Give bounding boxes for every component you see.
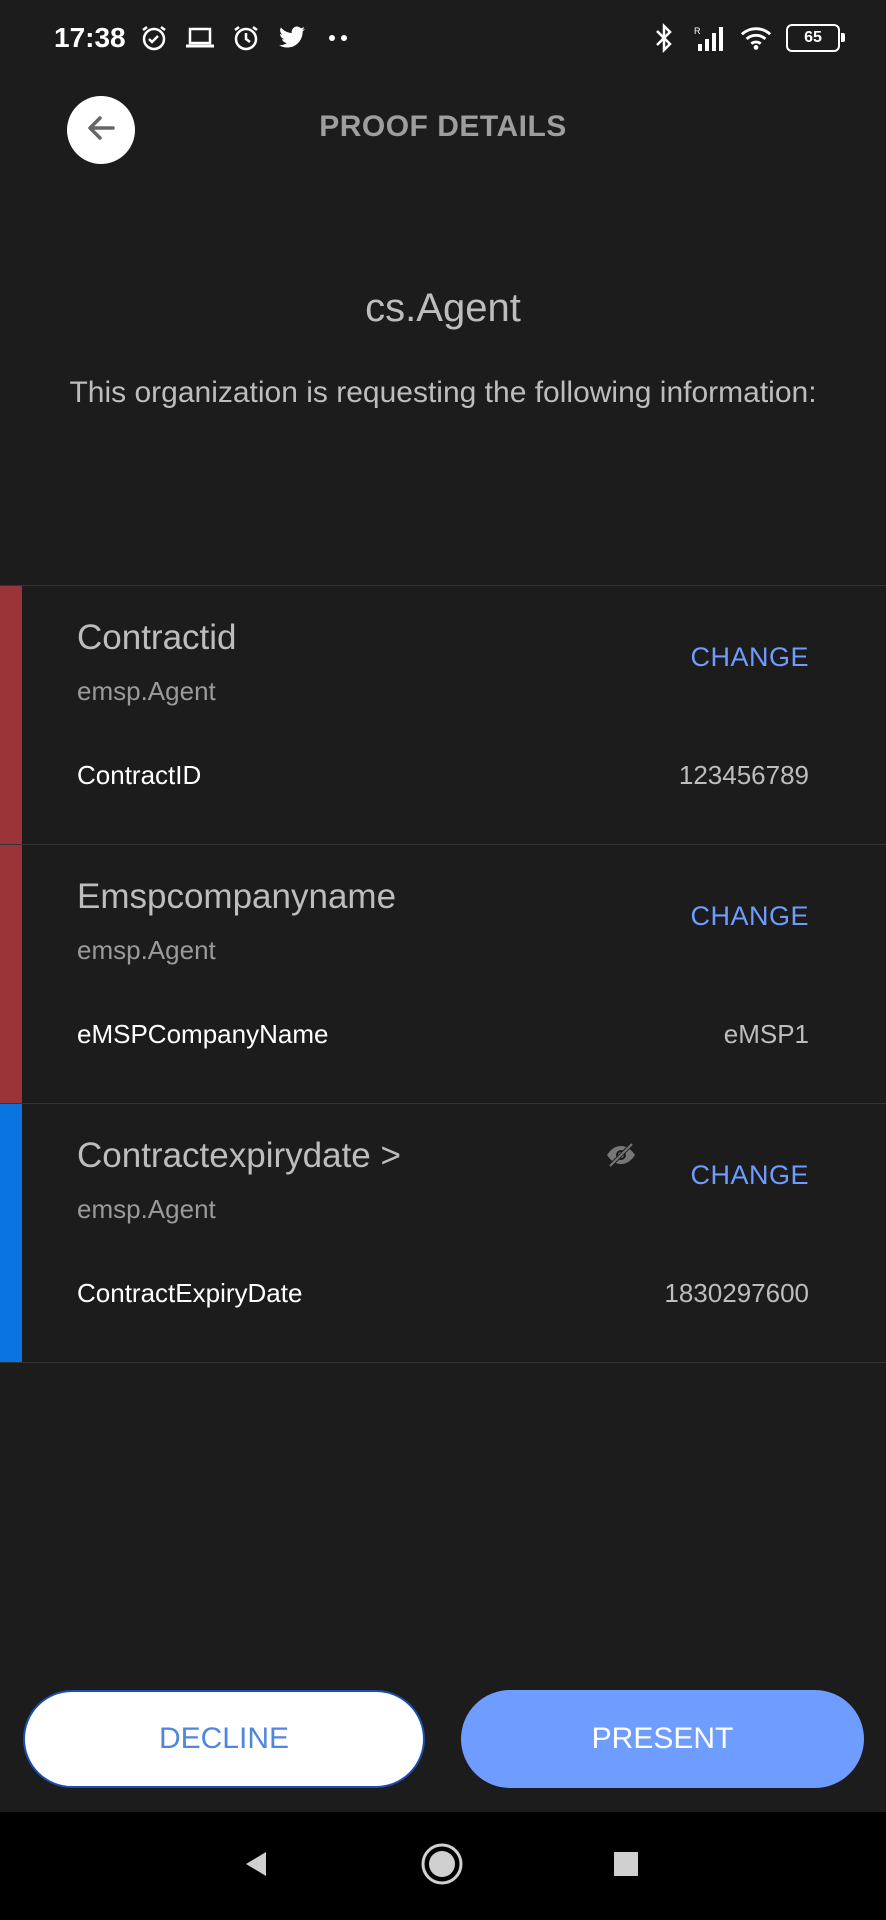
bluetooth-icon — [648, 22, 680, 54]
status-bar-indicator — [0, 845, 22, 1103]
status-icons-left — [138, 22, 354, 54]
status-time: 17:38 — [54, 22, 126, 53]
triangle-back-icon — [241, 1849, 271, 1884]
decline-button[interactable]: DECLINE — [23, 1690, 425, 1788]
change-button[interactable]: CHANGE — [690, 901, 809, 932]
attribute-value: eMSP1 — [723, 1019, 809, 1049]
more-dots-icon — [322, 22, 354, 54]
attribute-name: eMSPCompanyName — [77, 1019, 329, 1049]
credential-title: Contractid — [77, 618, 237, 657]
status-bar-indicator — [0, 1104, 22, 1362]
credential-list: Contractid emsp.Agent CHANGE ContractID … — [0, 585, 886, 1363]
status-bar: 17:38 R 65 — [0, 0, 886, 76]
credential-issuer: emsp.Agent — [77, 935, 216, 965]
battery-icon: 65 — [786, 24, 845, 52]
attribute-value: 123456789 — [678, 760, 809, 790]
credential-card-contractid[interactable]: Contractid emsp.Agent CHANGE ContractID … — [0, 586, 886, 845]
circle-home-icon — [420, 1842, 464, 1891]
organization-description: This organization is requesting the foll… — [69, 376, 817, 409]
status-icons-right: R 65 — [648, 22, 845, 54]
nav-home-button[interactable] — [420, 1842, 464, 1891]
credential-issuer: emsp.Agent — [77, 676, 216, 706]
laptop-icon — [184, 22, 216, 54]
change-button[interactable]: CHANGE — [690, 642, 809, 673]
signal-icon: R — [694, 22, 726, 54]
svg-text:R: R — [694, 26, 701, 36]
organization-name: cs.Agent — [365, 286, 521, 330]
credential-issuer: emsp.Agent — [77, 1194, 216, 1224]
system-navigation-bar — [0, 1812, 886, 1920]
eye-off-icon — [604, 1138, 638, 1172]
nav-recents-button[interactable] — [604, 1844, 648, 1888]
credential-card-contractexpirydate[interactable]: Contractexpirydate > emsp.Agent CHANGE C… — [0, 1104, 886, 1363]
alarm-icon — [230, 22, 262, 54]
attribute-name: ContractID — [77, 760, 202, 790]
change-button[interactable]: CHANGE — [690, 1160, 809, 1191]
credential-title: Contractexpirydate > — [77, 1136, 401, 1175]
square-recents-icon — [611, 1849, 641, 1884]
attribute-value: 1830297600 — [664, 1278, 809, 1308]
attribute-name: ContractExpiryDate — [77, 1278, 303, 1308]
twitter-icon — [276, 22, 308, 54]
credential-title: Emspcompanyname — [77, 877, 397, 916]
alarm-check-icon — [138, 22, 170, 54]
status-bar-indicator — [0, 586, 22, 844]
wifi-icon — [740, 22, 772, 54]
credential-card-emspcompanyname[interactable]: Emspcompanyname emsp.Agent CHANGE eMSPCo… — [0, 845, 886, 1104]
page-title: PROOF DETAILS — [319, 110, 567, 143]
present-button[interactable]: PRESENT — [461, 1690, 864, 1788]
nav-back-button[interactable] — [234, 1844, 278, 1888]
